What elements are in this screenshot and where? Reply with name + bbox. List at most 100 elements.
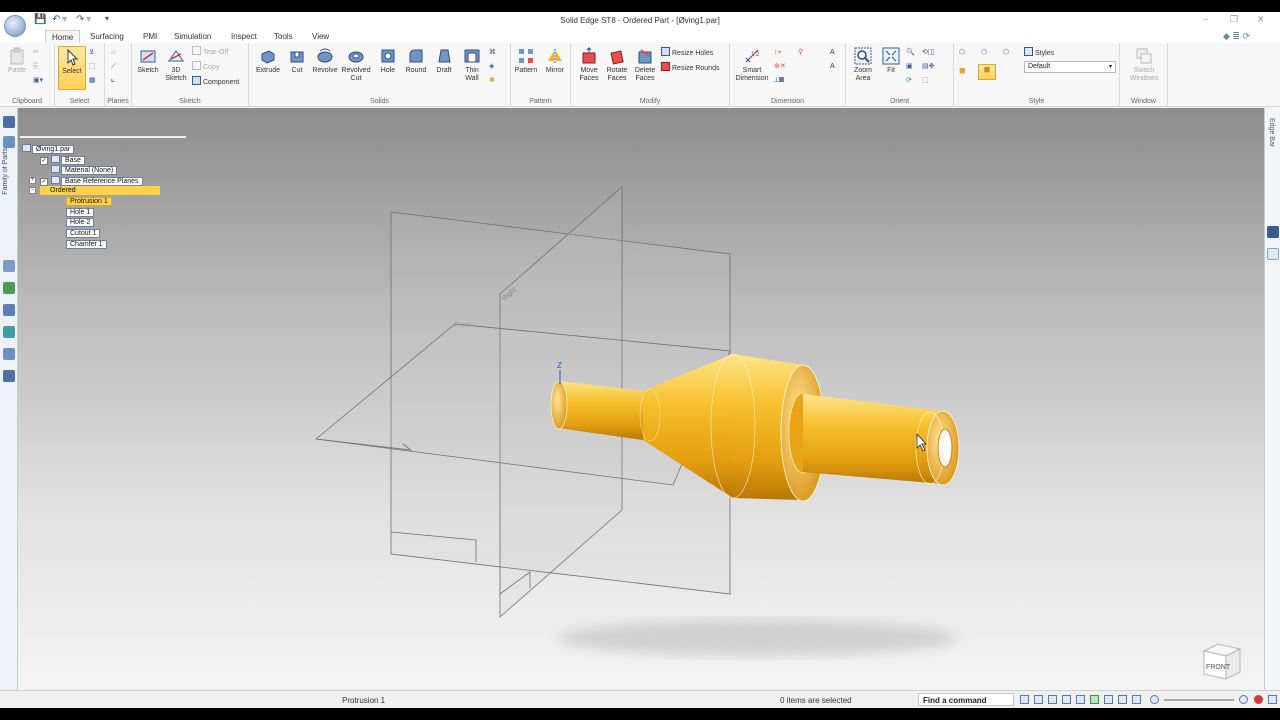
zoom-slider[interactable] xyxy=(1164,699,1234,701)
fit-status-icon[interactable] xyxy=(1062,695,1071,704)
tab-tools[interactable]: Tools xyxy=(268,30,299,43)
solids-extra-1-icon[interactable]: ⌘ xyxy=(489,47,496,58)
styles-button[interactable]: Styles xyxy=(1024,47,1054,58)
right-dock-icon-1[interactable] xyxy=(1267,226,1279,238)
fit-button[interactable]: Fit xyxy=(876,46,906,90)
tab-surfacing[interactable]: Surfacing xyxy=(84,30,130,43)
shaded-icon[interactable]: ■ xyxy=(959,66,966,77)
zoom-out-icon[interactable] xyxy=(1150,695,1159,704)
expand-reference-planes[interactable]: + xyxy=(29,177,36,184)
status-icon-last[interactable] xyxy=(1268,695,1277,704)
solids-extra-2-icon[interactable]: ◈ xyxy=(489,61,494,72)
right-dock-icon-2[interactable] xyxy=(1267,248,1279,260)
rotate-faces-button[interactable]: Rotate Faces xyxy=(602,46,632,90)
help-icons[interactable]: ◆ ≣ ⟳ xyxy=(1223,31,1250,42)
close-button[interactable]: ✕ xyxy=(1257,14,1265,25)
cut-button[interactable]: Cut xyxy=(282,46,312,90)
sketch-button[interactable]: Sketch xyxy=(133,46,163,90)
view-status-icon[interactable] xyxy=(1104,695,1113,704)
tree-item-hole-2[interactable]: Hole 2 xyxy=(66,218,95,227)
reference-planes-checkbox[interactable]: ✓ xyxy=(40,178,48,186)
tree-item-ordered[interactable]: Ordered xyxy=(40,186,160,195)
paste-button[interactable]: Paste xyxy=(2,46,32,90)
feature-library-icon[interactable] xyxy=(3,304,15,316)
sketch-view-status-icon[interactable] xyxy=(1132,695,1141,704)
dim-relation-4-icon[interactable]: ⚲ xyxy=(798,47,803,58)
rotate-view-icon[interactable]: ⟳ xyxy=(906,75,912,86)
revolved-cut-button[interactable]: Revolved Cut xyxy=(341,46,371,90)
shade-status-icon[interactable] xyxy=(1118,695,1127,704)
view-style-3-icon[interactable]: ⬡ xyxy=(1003,47,1009,58)
thin-wall-button[interactable]: Thin Wall xyxy=(457,46,487,90)
tree-item-chamfer-1[interactable]: Chamfer 1 xyxy=(66,240,107,249)
edge-bar-tab[interactable]: Edge Bar xyxy=(1268,118,1275,147)
plane-normal-icon[interactable]: ⟀ xyxy=(111,75,115,86)
relations-icon[interactable] xyxy=(3,326,15,338)
minimize-button[interactable]: – xyxy=(1203,14,1208,24)
status-icon-2[interactable] xyxy=(1034,695,1043,704)
hole-button[interactable]: Hole xyxy=(373,46,403,90)
dim-relation-2-icon[interactable]: ⊕✕ xyxy=(774,61,786,72)
pathfinder-grip[interactable] xyxy=(20,136,186,140)
view-cube[interactable]: FRONT xyxy=(1200,641,1244,681)
component-button[interactable]: Component xyxy=(192,76,239,87)
tab-inspect[interactable]: Inspect xyxy=(225,30,263,43)
text-size-icon[interactable]: A xyxy=(830,61,835,72)
graphics-viewport[interactable]: Right Front Z Øving1.par ✓ Base Material… xyxy=(18,108,1264,690)
round-button[interactable]: Round xyxy=(401,46,431,90)
find-command-input[interactable]: Find a command xyxy=(918,693,1014,706)
solids-extra-3-icon[interactable]: ✱ xyxy=(489,75,495,86)
sensors-icon[interactable] xyxy=(3,282,15,294)
status-icon-1[interactable] xyxy=(1020,695,1029,704)
zoom-status-icon[interactable] xyxy=(1048,695,1057,704)
revolve-button[interactable]: Revolve xyxy=(310,46,340,90)
text-annotation-icon[interactable]: A xyxy=(830,47,835,58)
tab-pmi[interactable]: PMI xyxy=(137,30,163,43)
restore-button[interactable]: ❐ xyxy=(1230,14,1238,25)
teamcenter-icon[interactable] xyxy=(3,370,15,382)
select-filter-icon[interactable]: ⊻ xyxy=(89,47,94,58)
format-painter-icon[interactable]: ▣▾ xyxy=(33,75,43,86)
family-of-parts-tab[interactable]: Family of Parts xyxy=(2,148,9,195)
select-button[interactable]: Select xyxy=(58,46,86,90)
select-grid-icon[interactable]: ▦ xyxy=(89,75,96,86)
layers-icon[interactable] xyxy=(3,260,15,272)
move-faces-button[interactable]: Move Faces xyxy=(574,46,604,90)
pan-status-icon[interactable] xyxy=(1076,695,1085,704)
tree-item-base[interactable]: ✓ Base xyxy=(40,155,85,165)
plane-angle-icon[interactable]: ⟋ xyxy=(111,61,116,72)
style-select[interactable]: Default ▾ xyxy=(1024,61,1116,73)
family-of-parts-icon[interactable] xyxy=(3,136,15,148)
tree-item-material[interactable]: Material (None) xyxy=(51,165,118,175)
dim-relation-3-icon[interactable]: ⟂▦ xyxy=(774,75,784,86)
mirror-button[interactable]: Mirror xyxy=(540,46,570,90)
resize-rounds-button[interactable]: Resize Rounds xyxy=(661,62,719,73)
resize-holes-button[interactable]: Resize Holes xyxy=(661,47,713,58)
tab-home[interactable]: Home xyxy=(45,30,81,43)
smart-dimension-button[interactable]: 1.2 Smart Dimension xyxy=(734,46,770,90)
shaded-with-edges-icon[interactable]: ■ xyxy=(978,64,996,80)
tree-item-cutout-1[interactable]: Cutout 1 xyxy=(66,229,101,238)
tear-off-button[interactable]: Tear-Off xyxy=(192,46,228,57)
pathfinder-icon[interactable] xyxy=(3,116,15,128)
tree-item-protrusion-1[interactable]: Protrusion 1 xyxy=(66,197,112,206)
tree-item-reference-planes[interactable]: ✓ Base Reference Planes xyxy=(40,176,143,186)
sketch-3d-button[interactable]: 3D Sketch xyxy=(161,46,191,90)
zoom-area-button[interactable]: Zoom Area xyxy=(848,46,878,90)
switch-windows-button[interactable]: Switch Windows xyxy=(1126,46,1162,90)
view-orient-1-icon[interactable]: ⟲◫ xyxy=(922,47,934,58)
variables-icon[interactable] xyxy=(3,348,15,360)
view-style-1-icon[interactable]: ⬡ xyxy=(959,47,965,58)
tree-item-hole-1[interactable]: Hole 1 xyxy=(66,208,95,217)
copy-sketch-button[interactable]: Copy xyxy=(192,61,219,72)
pan-icon[interactable]: ▣ xyxy=(906,61,913,72)
view-style-2-icon[interactable]: ⬡ xyxy=(981,47,987,58)
pattern-button[interactable]: Pattern xyxy=(511,46,541,90)
zoom-icon[interactable]: 🔍 xyxy=(906,47,915,58)
application-button[interactable] xyxy=(4,15,26,37)
collapse-ordered[interactable]: − xyxy=(29,187,36,194)
zoom-in-icon[interactable] xyxy=(1239,695,1248,704)
tab-simulation[interactable]: Simulation xyxy=(168,30,217,43)
dim-relation-1-icon[interactable]: ↕⌖ xyxy=(774,47,781,58)
rotate-status-icon[interactable] xyxy=(1090,695,1099,704)
